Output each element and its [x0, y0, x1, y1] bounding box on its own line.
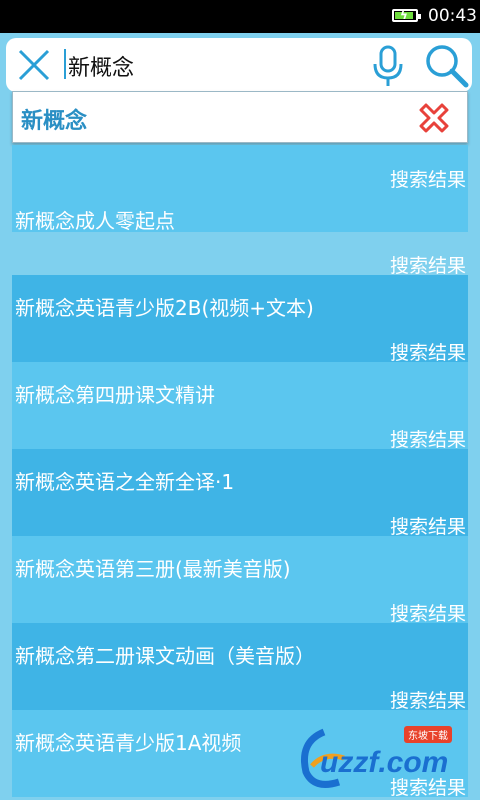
results-list: 搜索结果 新概念成人零起点 搜索结果 新概念英语青少版2B(视频+文本) 搜索结… — [12, 145, 468, 800]
watermark-text: uzzf.com — [320, 746, 449, 779]
item-title: 新概念第二册课文动画（美音版） — [15, 644, 315, 668]
search-input[interactable]: 新概念 — [68, 50, 134, 82]
watermark-sub: 东坡下载 — [404, 726, 452, 743]
search-icon[interactable] — [422, 42, 470, 90]
list-item[interactable]: 新概念第二册课文动画（美音版） 搜索结果 — [12, 623, 468, 712]
item-title: 新概念英语青少版1A视频 — [15, 731, 242, 755]
close-icon[interactable] — [16, 47, 52, 83]
search-box[interactable]: 新概念 — [6, 38, 472, 92]
microphone-icon[interactable] — [368, 44, 408, 88]
clock: 00:43 — [428, 6, 477, 26]
suggestion-label: 新概念 — [21, 109, 88, 134]
item-tag: 搜索结果 — [389, 429, 466, 451]
battery-icon: ϟ — [392, 8, 421, 22]
list-item[interactable]: 新概念英语第三册(最新美音版) 搜索结果 — [12, 536, 468, 625]
list-item[interactable]: 新概念英语之全新全译·1 搜索结果 — [12, 449, 468, 538]
item-title: 新概念英语青少版2B(视频+文本) — [15, 296, 314, 320]
item-tag: 搜索结果 — [389, 342, 466, 364]
list-item[interactable]: 新概念第四册课文精讲 搜索结果 — [12, 362, 468, 451]
status-bar: ϟ 00:43 — [0, 0, 480, 33]
item-tag: 搜索结果 — [389, 516, 466, 538]
delete-icon[interactable] — [417, 101, 451, 135]
text-cursor — [64, 49, 66, 79]
history-suggestion[interactable]: 新概念 — [12, 91, 468, 143]
item-tag: 搜索结果 — [389, 690, 466, 712]
item-tag: 搜索结果 — [389, 603, 466, 625]
item-title: 新概念英语之全新全译·1 — [15, 470, 235, 494]
item-title: 新概念成人零起点 — [15, 209, 175, 233]
list-item[interactable]: 新概念英语青少版2B(视频+文本) 搜索结果 — [12, 275, 468, 364]
item-title: 新概念第四册课文精讲 — [15, 383, 215, 407]
item-tag: 搜索结果 — [389, 255, 466, 277]
item-title: 新概念英语第三册(最新美音版) — [15, 557, 291, 581]
list-item[interactable]: 新概念成人零起点 搜索结果 — [12, 188, 468, 277]
watermark-logo: 东坡下载 uzzf.com — [294, 718, 474, 798]
search-header: 新概念 新概念 — [0, 33, 480, 145]
